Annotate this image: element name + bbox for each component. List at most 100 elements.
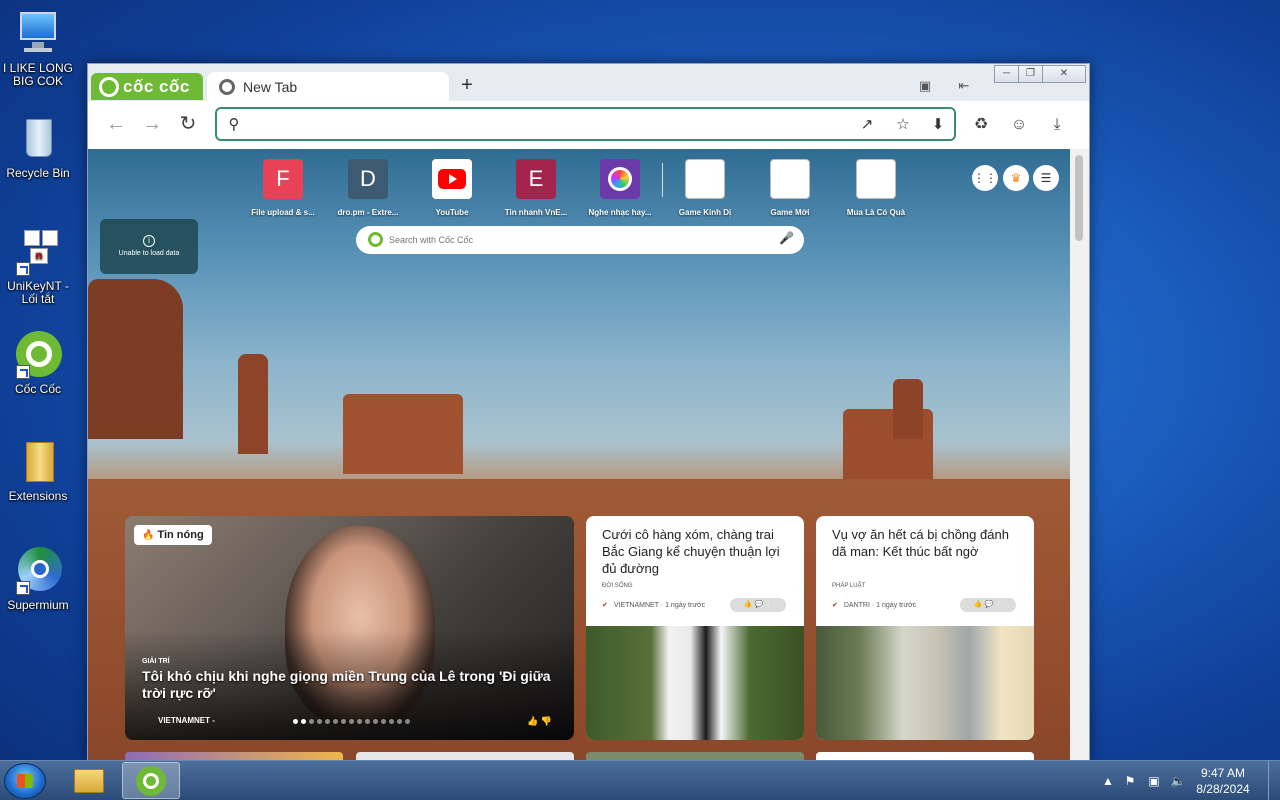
download-page-icon[interactable]: ⬇	[929, 116, 947, 134]
desktop-icon-supermium[interactable]: Supermium	[2, 547, 74, 612]
speed-dial-label: Mua Là Có Quà	[846, 208, 906, 217]
tab-new-tab[interactable]: New Tab	[207, 72, 449, 101]
back-button[interactable]: ←	[104, 113, 128, 137]
volume-muted-icon[interactable]: 🔈	[1170, 774, 1186, 788]
forward-button[interactable]: →	[140, 113, 164, 137]
taskbar-coccoc[interactable]	[122, 762, 180, 799]
rock-formation	[238, 354, 268, 454]
news-source: VIETNAMNET -	[158, 716, 215, 725]
address-input[interactable]	[251, 114, 831, 134]
next-news-row	[125, 752, 343, 760]
speed-dial-mua-la-co-qua[interactable]: Mua Là Có Quà	[836, 159, 916, 217]
youtube-icon	[432, 159, 472, 199]
search-icon: ⚲	[228, 116, 240, 133]
news-title: Cưới cô hàng xóm, chàng trai Bắc Giang k…	[602, 527, 780, 576]
speed-dial-label: Game Kinh Dị	[678, 208, 732, 217]
network-icon[interactable]: ▣	[1146, 774, 1162, 788]
speed-dial-game-kinh-di[interactable]: Game Kinh Dị	[665, 159, 745, 217]
reaction-pill[interactable]: 👍 💬 ⋮	[960, 598, 1016, 612]
unikey-icon: n	[14, 228, 62, 276]
news-category: GIẢI TRÍ	[142, 658, 170, 665]
customize-icon[interactable]: ☰	[1033, 165, 1059, 191]
rock-formation	[343, 394, 463, 474]
taskbar-explorer[interactable]	[60, 762, 118, 799]
share-icon[interactable]: ↗	[858, 116, 876, 134]
action-center-flag-icon[interactable]: ⚑	[1122, 774, 1138, 788]
extensions-icon[interactable]: ♻	[970, 114, 992, 136]
desktop-icon-computer[interactable]: I LIKE LONG BIG COK	[2, 10, 74, 88]
speed-dial-label: Game Mới	[770, 208, 810, 217]
news-card[interactable]: Vụ vợ ăn hết cá bị chồng đánh dã man: Kế…	[816, 516, 1034, 740]
logo-text: cốc cốc	[123, 76, 190, 96]
microphone-icon[interactable]: 🎤	[779, 231, 794, 245]
speed-dial-tile: E	[516, 159, 556, 199]
downloads-icon[interactable]: ⤓	[1046, 114, 1068, 136]
reload-button[interactable]: ↻	[176, 113, 200, 137]
speed-dial-tile: F	[263, 159, 303, 199]
news-source: VIETNAMNET · 1 ngày trước	[602, 601, 705, 609]
speed-dial-music[interactable]: Nghe nhạc hay...	[580, 159, 660, 217]
maximize-button[interactable]: ❐	[1018, 65, 1043, 83]
newtab-search-box[interactable]: 🎤	[356, 226, 804, 254]
browser-toolbar: ← → ↻ ⚲ ↗ ☆ ⬇ ♻ ☺ ⤓	[88, 101, 1089, 149]
desktop-icon-unikey[interactable]: n UniKeyNT - Lối tắt	[2, 228, 74, 306]
desktop-icon-label: Recycle Bin	[6, 166, 70, 180]
carousel-dots[interactable]	[293, 719, 410, 724]
start-button[interactable]	[4, 763, 46, 799]
speed-dial-file-upload[interactable]: F File upload & s...	[243, 159, 323, 217]
tab-back-icon[interactable]: ⇤	[954, 78, 974, 94]
weather-status: Unable to load data	[118, 250, 180, 257]
desktop-icon-label: Cốc Cốc	[14, 382, 61, 396]
reaction-pill[interactable]: 👍 💬 ⋮	[730, 598, 786, 612]
profile-icon[interactable]: ☺	[1008, 114, 1030, 136]
supermium-icon	[14, 547, 62, 595]
coccoc-icon	[136, 766, 166, 796]
like-dislike-icons[interactable]: 👍 👎	[527, 716, 552, 727]
desktop-icon-label: Supermium	[7, 598, 69, 612]
speed-dial-game-moi[interactable]: Game Mới	[750, 159, 830, 217]
folder-icon	[14, 438, 62, 486]
apps-grid-icon[interactable]: ⋮⋮	[972, 165, 998, 191]
shortcut-arrow-icon	[16, 365, 30, 379]
show-desktop-button[interactable]	[1268, 761, 1280, 800]
taskbar: ▲ ⚑ ▣ 🔈 9:47 AM 8/28/2024	[0, 760, 1280, 800]
featured-news-card[interactable]: Tin nóng GIẢI TRÍ Tôi khó chịu khi nghe …	[125, 516, 574, 740]
next-news-row	[816, 752, 1034, 760]
tab-search-icon[interactable]: ▣	[915, 78, 935, 94]
clock-time: 9:47 AM	[1200, 766, 1246, 780]
scrollbar-thumb[interactable]	[1075, 155, 1083, 241]
coccoc-icon	[14, 331, 62, 379]
new-tab-button[interactable]: +	[456, 75, 478, 97]
system-clock[interactable]: 9:47 AM 8/28/2024	[1190, 765, 1256, 797]
speed-dial-vnexpress[interactable]: E Tin nhanh VnE...	[496, 159, 576, 217]
news-photo	[816, 626, 1034, 740]
address-bar[interactable]: ⚲ ↗ ☆ ⬇	[215, 107, 956, 141]
desktop-icon-coccoc[interactable]: Cốc Cốc	[2, 331, 74, 396]
crown-icon[interactable]: ♛	[1003, 165, 1029, 191]
broken-image-icon	[770, 159, 810, 199]
desktop-icon-label: Extensions	[8, 489, 68, 503]
desktop-icon-recycle-bin[interactable]: Recycle Bin	[2, 115, 74, 180]
newtab-search-input[interactable]	[389, 232, 769, 248]
speed-dial-label: File upload & s...	[251, 208, 315, 217]
close-button[interactable]: ✕	[1042, 65, 1086, 83]
weather-widget[interactable]: i Unable to load data	[100, 219, 198, 274]
coccoc-logo[interactable]: cốc cốc	[91, 73, 203, 100]
folder-icon	[74, 769, 104, 793]
speed-dial-label: dro.pm - Extre...	[337, 208, 399, 217]
title-bar: cốc cốc New Tab + ▣ ⇤ ─ ❐ ✕	[88, 64, 1089, 101]
minimize-button[interactable]: ─	[994, 65, 1019, 83]
star-icon[interactable]: ☆	[894, 116, 912, 134]
desktop-icon-extensions[interactable]: Extensions	[2, 438, 74, 503]
music-disc-icon	[600, 159, 640, 199]
desktop-icon-label: I LIKE LONG BIG COK	[2, 61, 74, 88]
coccoc-logo-icon	[99, 76, 119, 97]
tab-title: New Tab	[243, 78, 298, 95]
broken-image-icon	[856, 159, 896, 199]
desktop-icon-label: UniKeyNT - Lối tắt	[7, 279, 69, 306]
news-card[interactable]: Cưới cô hàng xóm, chàng trai Bắc Giang k…	[586, 516, 804, 740]
page-scrollbar[interactable]	[1070, 149, 1089, 760]
speed-dial-dro-pm[interactable]: D dro.pm - Extre...	[328, 159, 408, 217]
tray-expand-icon[interactable]: ▲	[1100, 774, 1116, 788]
speed-dial-youtube[interactable]: YouTube	[412, 159, 492, 217]
